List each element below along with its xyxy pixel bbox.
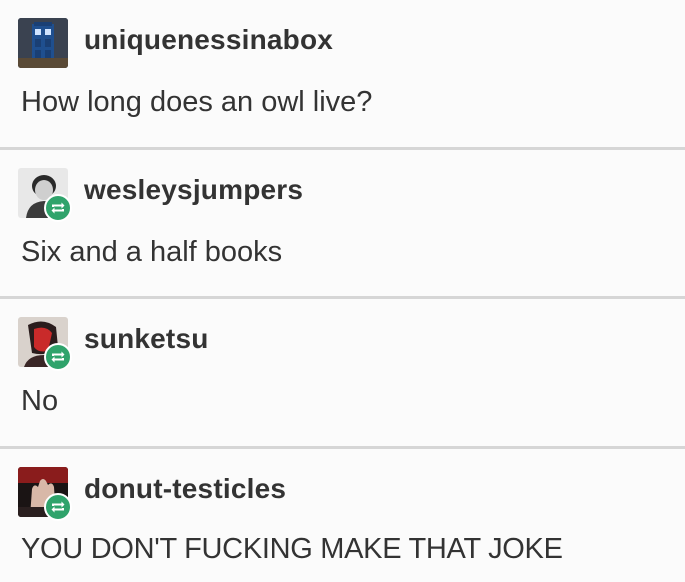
reblog-badge	[44, 343, 72, 371]
post-header: uniquenessinabox	[18, 18, 658, 72]
post-text: Six and a half books	[21, 236, 283, 268]
reblog-badge	[44, 194, 72, 222]
post-header: wesleysjumpers	[18, 168, 658, 222]
reblog-icon	[51, 202, 65, 214]
post: uniquenessinabox How long does an owl li…	[0, 0, 685, 148]
post-header: sunketsu	[18, 317, 658, 371]
username[interactable]: donut-testicles	[84, 473, 286, 505]
tardis-avatar-icon	[18, 18, 68, 68]
reblog-badge	[44, 493, 72, 521]
post: sunketsu No	[0, 299, 685, 447]
reblog-icon	[51, 351, 65, 363]
avatar[interactable]	[18, 18, 68, 68]
username[interactable]: sunketsu	[84, 323, 209, 355]
post: wesleysjumpers Six and a half books	[0, 150, 685, 297]
post-text: How long does an owl live?	[21, 86, 373, 118]
post: donut-testicles YOU DON'T FUCKING MAKE T…	[0, 449, 685, 582]
post-header: donut-testicles	[18, 467, 658, 521]
post-text: YOU DON'T FUCKING MAKE THAT JOKE	[21, 533, 563, 565]
post-text: No	[21, 385, 59, 417]
reblog-icon	[51, 501, 65, 513]
username[interactable]: wesleysjumpers	[84, 174, 303, 206]
username[interactable]: uniquenessinabox	[84, 24, 333, 56]
